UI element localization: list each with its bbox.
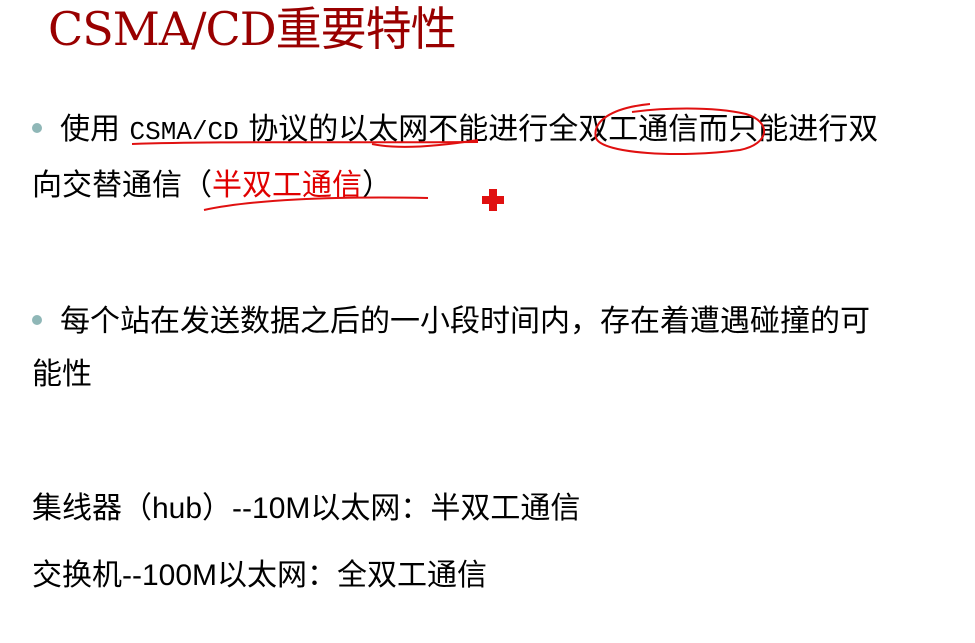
bullet-2-line-1: 每个站在发送数据之后的一小段时间内，存在着遭遇碰撞的可 [32,304,870,340]
bullet-1-text-mid: 协议的以太网不能进行全双工通信而只能进行双 [238,112,879,147]
bullet-1-protocol: CSMA/CD [129,117,239,147]
page-title: CSMA/CD重要特性 [48,2,457,56]
bullet-2-text-2: 能性 [32,357,92,392]
bullet-1-line-2: 向交替通信（半双工通信） [32,168,392,204]
bullet-2-text-1: 每个站在发送数据之后的一小段时间内，存在着遭遇碰撞的可 [60,304,870,339]
bullet-1-half-duplex: 半双工通信 [212,168,362,203]
pointer-cross-icon [482,189,504,211]
note-switch: 交换机--100M以太网：全双工通信 [32,558,487,594]
note-switch-post: 以太网：全双工通信 [217,558,488,593]
note-hub: 集线器（hub）--10M以太网：半双工通信 [32,491,580,527]
bullet-2-line-2: 能性 [32,357,92,393]
note-hub-pre: 集线器（ [32,491,152,526]
note-hub-post: 以太网：半双工通信 [310,491,581,526]
note-switch-pre: 交换机 [32,558,122,593]
bullet-dot-icon [32,315,42,325]
note-hub-mid: hub）--10M [152,492,311,525]
bullet-1-line-1: 使用 CSMA/CD 协议的以太网不能进行全双工通信而只能进行双 [32,112,878,150]
note-switch-mid: --100M [122,559,218,592]
bullet-1-line2-post: ） [362,168,392,203]
bullet-dot-icon [32,123,42,133]
bullet-1-line2-pre: 向交替通信（ [32,168,212,203]
bullet-1-text-pre: 使用 [60,112,130,147]
